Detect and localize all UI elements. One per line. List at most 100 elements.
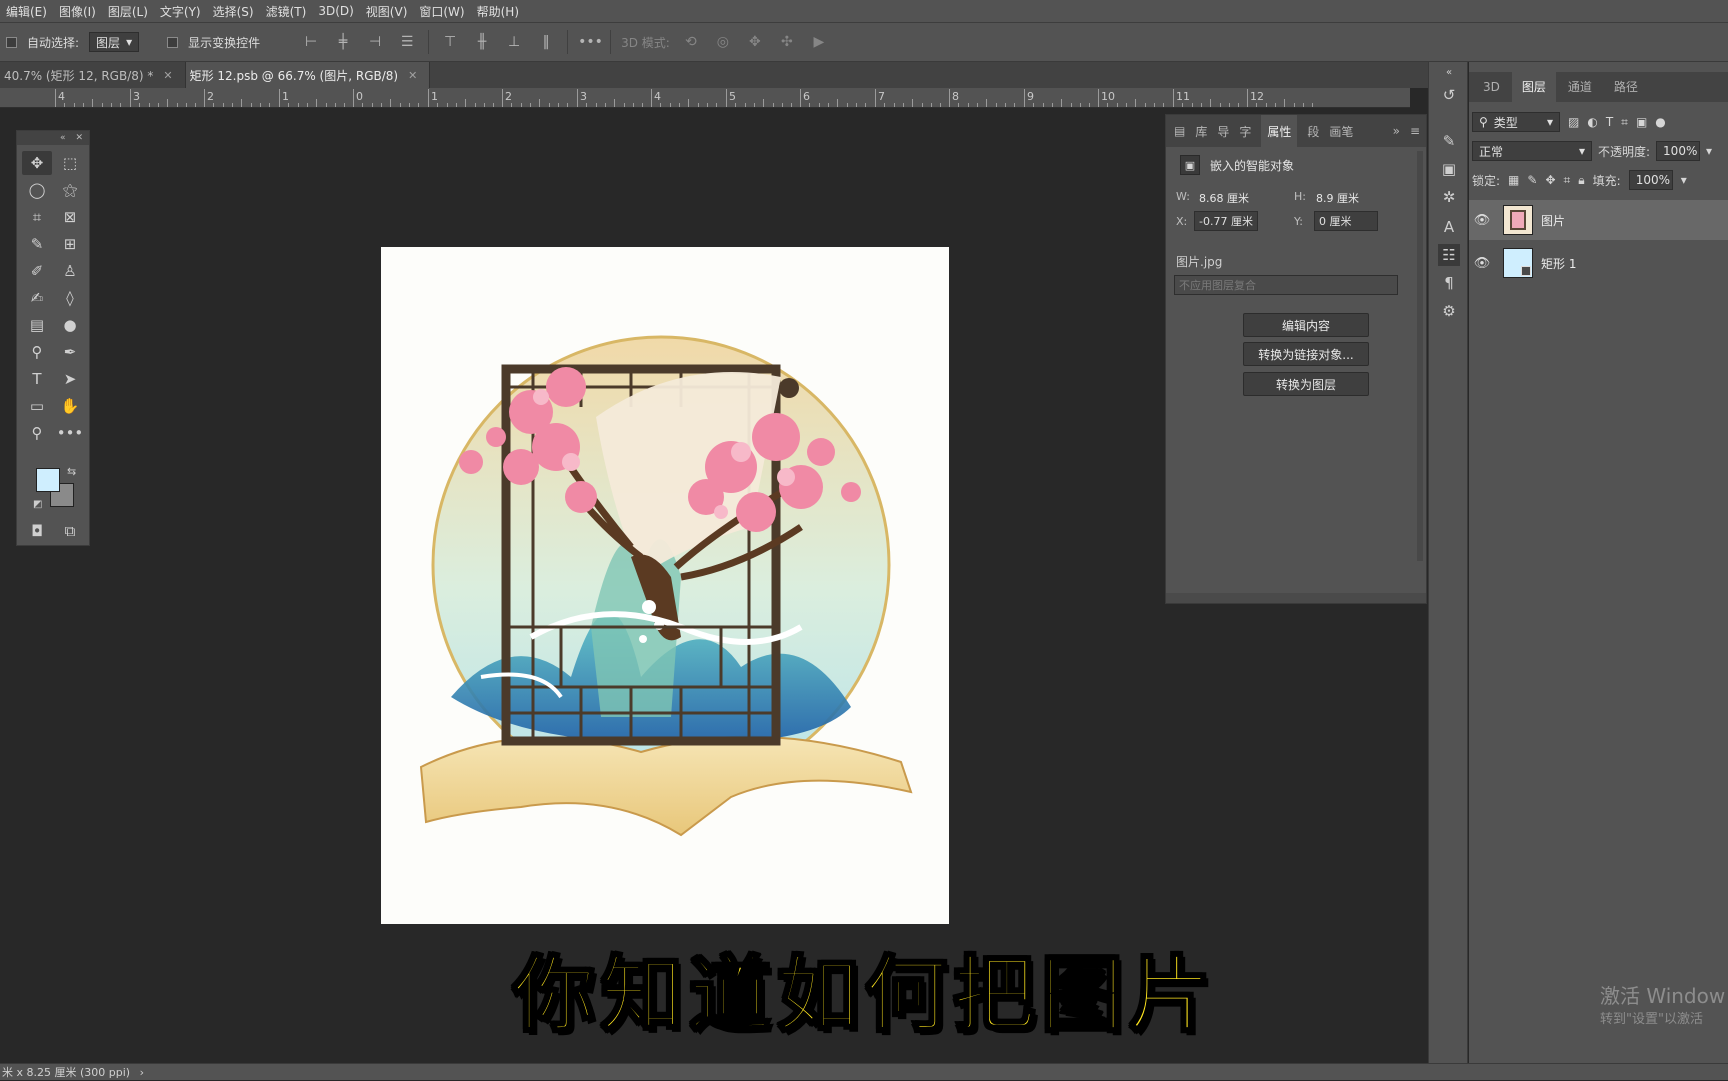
adjustments-icon[interactable]: ✲ <box>1438 186 1460 208</box>
slide-3d-icon[interactable]: ✣ <box>776 34 798 50</box>
magic-wand-icon[interactable]: ⚝ <box>55 178 85 202</box>
brushes-icon[interactable]: ✎ <box>1438 130 1460 152</box>
default-colors-icon[interactable]: ◩ <box>33 499 42 510</box>
show-transform-checkbox[interactable] <box>167 36 179 48</box>
filter-smart-icon[interactable]: ▣ <box>1636 115 1647 129</box>
roll-3d-icon[interactable]: ◎ <box>712 34 734 50</box>
quick-mask-icon[interactable]: ◘ <box>22 519 52 543</box>
close-icon[interactable]: ✕ <box>163 69 172 82</box>
menu-3d[interactable]: 3D(D) <box>312 4 359 18</box>
lock-transparent-icon[interactable]: ▦ <box>1508 173 1519 187</box>
brush-tool-icon[interactable]: ✐ <box>22 259 52 283</box>
menu-view[interactable]: 视图(V) <box>360 3 414 20</box>
close-icon[interactable]: ✕ <box>75 133 83 143</box>
auto-select-checkbox[interactable] <box>6 36 17 48</box>
align-top-icon[interactable]: ⊤ <box>439 34 461 50</box>
tab-channels[interactable]: 通道 <box>1558 72 1602 102</box>
stamp-tool-icon[interactable]: ♙ <box>55 259 85 283</box>
tab-paragraph[interactable]: 段 <box>1307 123 1319 140</box>
hand-tool-icon[interactable]: ✋ <box>55 394 85 418</box>
scale-3d-icon[interactable]: ▶ <box>808 34 830 50</box>
document-canvas[interactable] <box>381 247 949 924</box>
align-bottom-icon[interactable]: ⊥ <box>503 34 525 50</box>
crop-tool-icon[interactable]: ⌗ <box>22 205 52 229</box>
frame-tool-icon[interactable]: ⊠ <box>55 205 85 229</box>
tab-layers[interactable]: 图层 <box>1511 72 1556 102</box>
zoom-tool-icon[interactable]: ⚲ <box>22 421 52 445</box>
fill-field[interactable]: 100% <box>1628 170 1673 190</box>
visibility-eye-icon[interactable]: 👁︎ <box>1469 256 1495 271</box>
layer-comp-select[interactable]: 不应用图层复合 <box>1174 275 1398 295</box>
swap-colors-icon[interactable]: ⇆ <box>67 465 76 478</box>
expand-icon[interactable]: » <box>1393 124 1400 138</box>
more-tools-icon[interactable]: ••• <box>55 421 85 445</box>
clone-source-icon[interactable]: ▣ <box>1438 158 1460 180</box>
marquee-tool-icon[interactable]: ⬚ <box>55 151 85 175</box>
screen-mode-icon[interactable]: ⧉ <box>55 519 85 543</box>
tab-library[interactable]: 库 <box>1195 123 1207 140</box>
orbit-3d-icon[interactable]: ⟲ <box>680 34 702 50</box>
x-position-field[interactable]: -0.77 厘米 <box>1194 211 1258 231</box>
tab-paths[interactable]: 路径 <box>1604 72 1648 102</box>
menu-layer[interactable]: 图层(L) <box>102 3 154 20</box>
distribute-icon[interactable]: ☰ <box>396 34 418 50</box>
distribute-vertical-icon[interactable]: ‖ <box>535 34 557 50</box>
filter-toggle-icon[interactable]: ● <box>1655 115 1665 129</box>
history-icon[interactable]: ↺ <box>1438 84 1460 106</box>
paragraph-icon[interactable]: ¶ <box>1438 272 1460 294</box>
menu-type[interactable]: 文字(Y) <box>154 3 207 20</box>
blend-mode-dropdown[interactable]: 正常 ▾ <box>1472 141 1592 161</box>
path-select-icon[interactable]: ➤ <box>55 367 85 391</box>
edit-contents-button[interactable]: 编辑内容 <box>1243 313 1369 337</box>
menu-image[interactable]: 图像(I) <box>53 3 102 20</box>
eraser-tool-icon[interactable]: ◊ <box>55 286 85 310</box>
align-center-icon[interactable]: ╪ <box>332 34 354 50</box>
filter-adjust-icon[interactable]: ◐ <box>1587 115 1597 129</box>
type-tool-icon[interactable]: T <box>22 367 52 391</box>
filter-type-icon[interactable]: T <box>1606 115 1613 129</box>
tab-navigator[interactable]: 导 <box>1217 123 1229 140</box>
menu-filter[interactable]: 滤镜(T) <box>260 3 313 20</box>
filter-shape-icon[interactable]: ⌗ <box>1621 115 1628 130</box>
lock-all-icon[interactable]: 🔒︎ <box>1578 173 1584 188</box>
scrollbar[interactable] <box>1417 151 1423 561</box>
convert-to-linked-button[interactable]: 转换为链接对象... <box>1243 342 1369 366</box>
document-tab[interactable]: 40.7% (矩形 12, RGB/8) * ✕ <box>0 62 186 88</box>
lock-position-icon[interactable]: ✥ <box>1545 173 1555 187</box>
pan-3d-icon[interactable]: ✥ <box>744 34 766 50</box>
foreground-color-swatch[interactable] <box>36 468 60 492</box>
chevron-down-icon[interactable]: ▾ <box>1681 173 1687 187</box>
visibility-eye-icon[interactable]: 👁︎ <box>1469 213 1495 228</box>
auto-select-dropdown[interactable]: 图层 ▾ <box>89 32 140 52</box>
character-icon[interactable]: A <box>1438 216 1460 238</box>
convert-to-layer-button[interactable]: 转换为图层 <box>1243 372 1369 396</box>
layer-row-image[interactable]: 👁︎ 图片 <box>1469 200 1728 240</box>
filter-pixel-icon[interactable]: ▨ <box>1568 115 1579 129</box>
move-tool-icon[interactable]: ✥ <box>22 151 52 175</box>
y-position-field[interactable]: 0 厘米 <box>1314 211 1378 231</box>
dodge-tool-icon[interactable]: ⚲ <box>22 340 52 364</box>
gradient-tool-icon[interactable]: ▤ <box>22 313 52 337</box>
collapse-icon[interactable]: « <box>1438 62 1460 84</box>
menu-help[interactable]: 帮助(H) <box>471 3 525 20</box>
menu-window[interactable]: 窗口(W) <box>413 3 470 20</box>
close-icon[interactable]: ✕ <box>408 69 417 82</box>
align-middle-icon[interactable]: ╫ <box>471 34 493 50</box>
patch-tool-icon[interactable]: ⊞ <box>55 232 85 256</box>
menu-icon[interactable]: ≡ <box>1410 124 1426 138</box>
menu-edit[interactable]: 编辑(E) <box>0 3 53 20</box>
document-tab-active[interactable]: 矩形 12.psb @ 66.7% (图片, RGB/8) ✕ <box>185 62 431 88</box>
tab-3d[interactable]: 3D <box>1473 72 1510 102</box>
layer-row-rectangle[interactable]: 👁︎ 矩形 1 <box>1469 243 1728 283</box>
blur-tool-icon[interactable]: ● <box>55 313 85 337</box>
tab-brush[interactable]: 画笔 <box>1329 123 1353 140</box>
menu-select[interactable]: 选择(S) <box>207 3 260 20</box>
history-brush-icon[interactable]: ✍ <box>22 286 52 310</box>
tab-properties[interactable]: 属性 <box>1261 114 1298 148</box>
rectangle-tool-icon[interactable]: ▭ <box>22 394 52 418</box>
chevron-down-icon[interactable]: ▾ <box>1706 144 1712 158</box>
lock-artboard-icon[interactable]: ⌗ <box>1564 173 1571 188</box>
align-right-icon[interactable]: ⊣ <box>364 34 386 50</box>
chevron-right-icon[interactable]: › <box>140 1066 144 1079</box>
tab-character[interactable]: 字 <box>1239 123 1251 140</box>
